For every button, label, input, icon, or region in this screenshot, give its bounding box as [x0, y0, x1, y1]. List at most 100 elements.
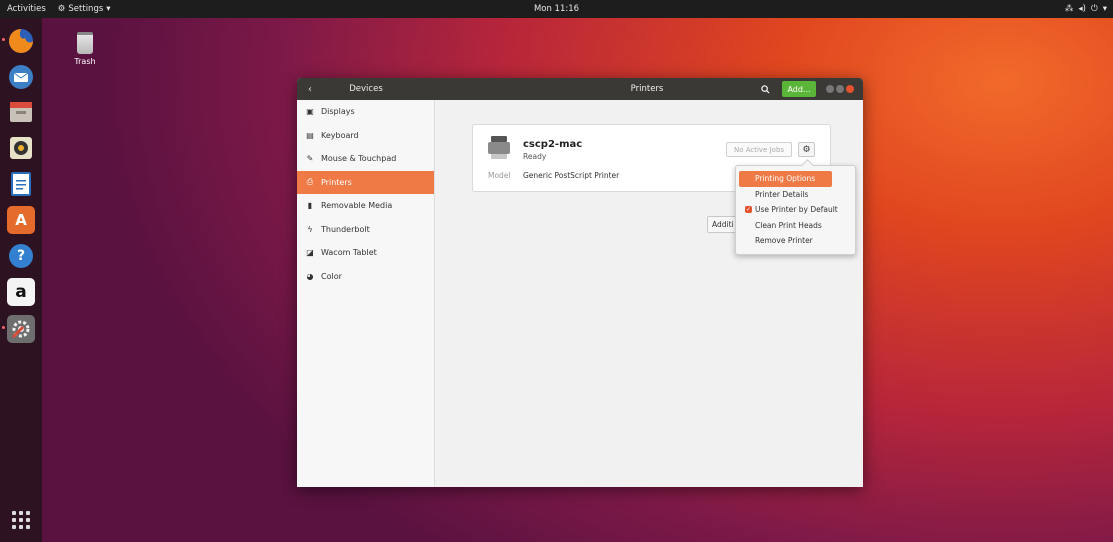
files-icon: [10, 102, 32, 122]
grid-dot: [26, 518, 30, 522]
dock-settings[interactable]: [2, 315, 35, 343]
grid-dot: [26, 511, 30, 515]
desktop-trash[interactable]: Trash: [70, 32, 100, 66]
jobs-button[interactable]: No Active Jobs: [726, 142, 792, 157]
dock-libreoffice-writer[interactable]: [7, 170, 35, 198]
add-printer-button[interactable]: Add...: [782, 81, 816, 97]
checkbox-checked-icon[interactable]: ✓: [745, 206, 752, 213]
sidebar-item-mouse-touchpad[interactable]: ✎ Mouse & Touchpad: [297, 147, 434, 171]
grid-dot: [12, 511, 16, 515]
settings-tools-icon: [11, 320, 30, 339]
printer-name: cscp2-mac: [523, 139, 583, 150]
dock-thunderbird[interactable]: [7, 63, 35, 91]
back-button[interactable]: ‹: [303, 82, 317, 96]
dock-software-center[interactable]: A: [7, 206, 35, 234]
page-title: Printers: [630, 84, 664, 94]
search-button[interactable]: [758, 82, 772, 96]
show-applications-button[interactable]: [7, 506, 35, 534]
help-glyph: ?: [16, 248, 26, 264]
sidebar-item-label: Color: [321, 271, 342, 281]
network-icon: ⁂: [1064, 4, 1074, 14]
dock-rhythmbox[interactable]: [7, 134, 35, 162]
header-bar: Devices ‹ Printers Add...: [297, 78, 863, 100]
clock-container: Mon 11:16: [0, 4, 1113, 14]
power-icon: ⏻: [1090, 4, 1098, 14]
maximize-button[interactable]: [836, 85, 844, 93]
grid-dot: [12, 518, 16, 522]
sidebar-item-label: Mouse & Touchpad: [321, 154, 397, 164]
minimize-button[interactable]: [826, 85, 834, 93]
sidebar-item-keyboard[interactable]: ▤ Keyboard: [297, 124, 434, 148]
menu-item-use-printer-by-default[interactable]: ✓ Use Printer by Default: [739, 202, 852, 218]
chevron-down-icon: ▾: [106, 4, 111, 14]
grid-dot: [19, 518, 23, 522]
system-tray[interactable]: ⁂ ◂) ⏻ ▾: [1065, 0, 1107, 18]
grid-dot: [19, 511, 23, 515]
sidebar-item-label: Keyboard: [321, 130, 359, 140]
dock-amazon[interactable]: a: [7, 278, 35, 306]
app-menu-label: Settings: [68, 4, 104, 14]
sidebar-item-label: Removable Media: [321, 201, 393, 211]
tablet-icon: ◪: [306, 248, 314, 258]
sidebar-item-label: Thunderbolt: [321, 224, 370, 234]
close-button[interactable]: [846, 85, 854, 93]
grid-dot: [26, 525, 30, 529]
sidebar-item-label: Displays: [321, 107, 355, 117]
menu-item-label: Clean Print Heads: [755, 220, 822, 230]
menu-item-label: Printing Options: [755, 174, 816, 184]
dock-firefox[interactable]: [2, 27, 35, 55]
menu-item-remove-printer[interactable]: Remove Printer: [739, 233, 852, 249]
thunderbolt-icon: ϟ: [307, 224, 313, 234]
dock-files[interactable]: [7, 98, 35, 126]
panel-title: Devices: [349, 84, 383, 94]
keyboard-icon: ▤: [306, 130, 314, 140]
clock[interactable]: Mon 11:16: [534, 4, 579, 14]
sidebar-item-thunderbolt[interactable]: ϟ Thunderbolt: [297, 218, 434, 242]
menu-item-label: Remove Printer: [755, 236, 813, 246]
dock-help[interactable]: ?: [7, 242, 35, 270]
mouse-icon: ✎: [306, 154, 314, 164]
color-icon: ◕: [306, 271, 314, 281]
model-value: Generic PostScript Printer: [523, 171, 620, 180]
sidebar-item-displays[interactable]: ▣ Displays: [297, 100, 434, 124]
running-indicator: [2, 38, 5, 41]
sidebar-item-wacom-tablet[interactable]: ◪ Wacom Tablet: [297, 241, 434, 265]
printer-icon: ⎙: [306, 177, 314, 187]
sidebar-item-label: Printers: [321, 177, 352, 187]
dock: A ? a: [0, 18, 42, 542]
printers-panel: cscp2-mac Ready Model Generic PostScript…: [435, 100, 863, 487]
top-bar: Activities ⚙ Settings ▾ Mon 11:16 ⁂ ◂) ⏻…: [0, 0, 1113, 18]
trash-label: Trash: [74, 57, 96, 66]
search-icon: [760, 84, 770, 94]
sidebar-item-label: Wacom Tablet: [321, 248, 377, 258]
chevron-down-icon: ▾: [1102, 4, 1107, 14]
rhythmbox-icon: [10, 137, 32, 159]
chevron-left-icon: ‹: [308, 83, 312, 95]
sidebar-item-color[interactable]: ◕ Color: [297, 265, 434, 289]
shopping-bag-icon: A: [15, 211, 27, 229]
display-icon: ▣: [306, 107, 314, 117]
grid-dot: [12, 525, 16, 529]
trash-icon: [77, 32, 93, 54]
volume-icon: ◂): [1078, 4, 1086, 14]
menu-item-label: Use Printer by Default: [755, 205, 838, 215]
gear-icon: ⚙: [802, 144, 811, 155]
printer-settings-button[interactable]: ⚙: [798, 142, 815, 157]
menu-item-label: Printer Details: [755, 189, 809, 199]
app-menu[interactable]: ⚙ Settings ▾: [58, 4, 111, 14]
printer-device-icon: [488, 136, 510, 160]
activities-button[interactable]: Activities: [7, 4, 46, 14]
running-indicator: [2, 326, 5, 329]
printer-status: Ready: [523, 152, 547, 161]
menu-item-clean-print-heads[interactable]: Clean Print Heads: [739, 218, 852, 234]
printer-options-menu: Printing Options Printer Details ✓ Use P…: [735, 165, 856, 255]
sidebar-item-removable-media[interactable]: ▮ Removable Media: [297, 194, 434, 218]
sidebar-item-printers[interactable]: ⎙ Printers: [297, 170, 434, 194]
usb-icon: ▮: [307, 201, 313, 211]
menu-item-printing-options[interactable]: Printing Options: [739, 171, 832, 187]
grid-dot: [19, 525, 23, 529]
document-icon: [11, 172, 31, 196]
menu-item-printer-details[interactable]: Printer Details: [739, 187, 852, 203]
sidebar: ▣ Displays ▤ Keyboard ✎ Mouse & Touchpad…: [297, 100, 435, 487]
settings-window: Devices ‹ Printers Add... ▣ Displays ▤ K…: [297, 78, 863, 487]
